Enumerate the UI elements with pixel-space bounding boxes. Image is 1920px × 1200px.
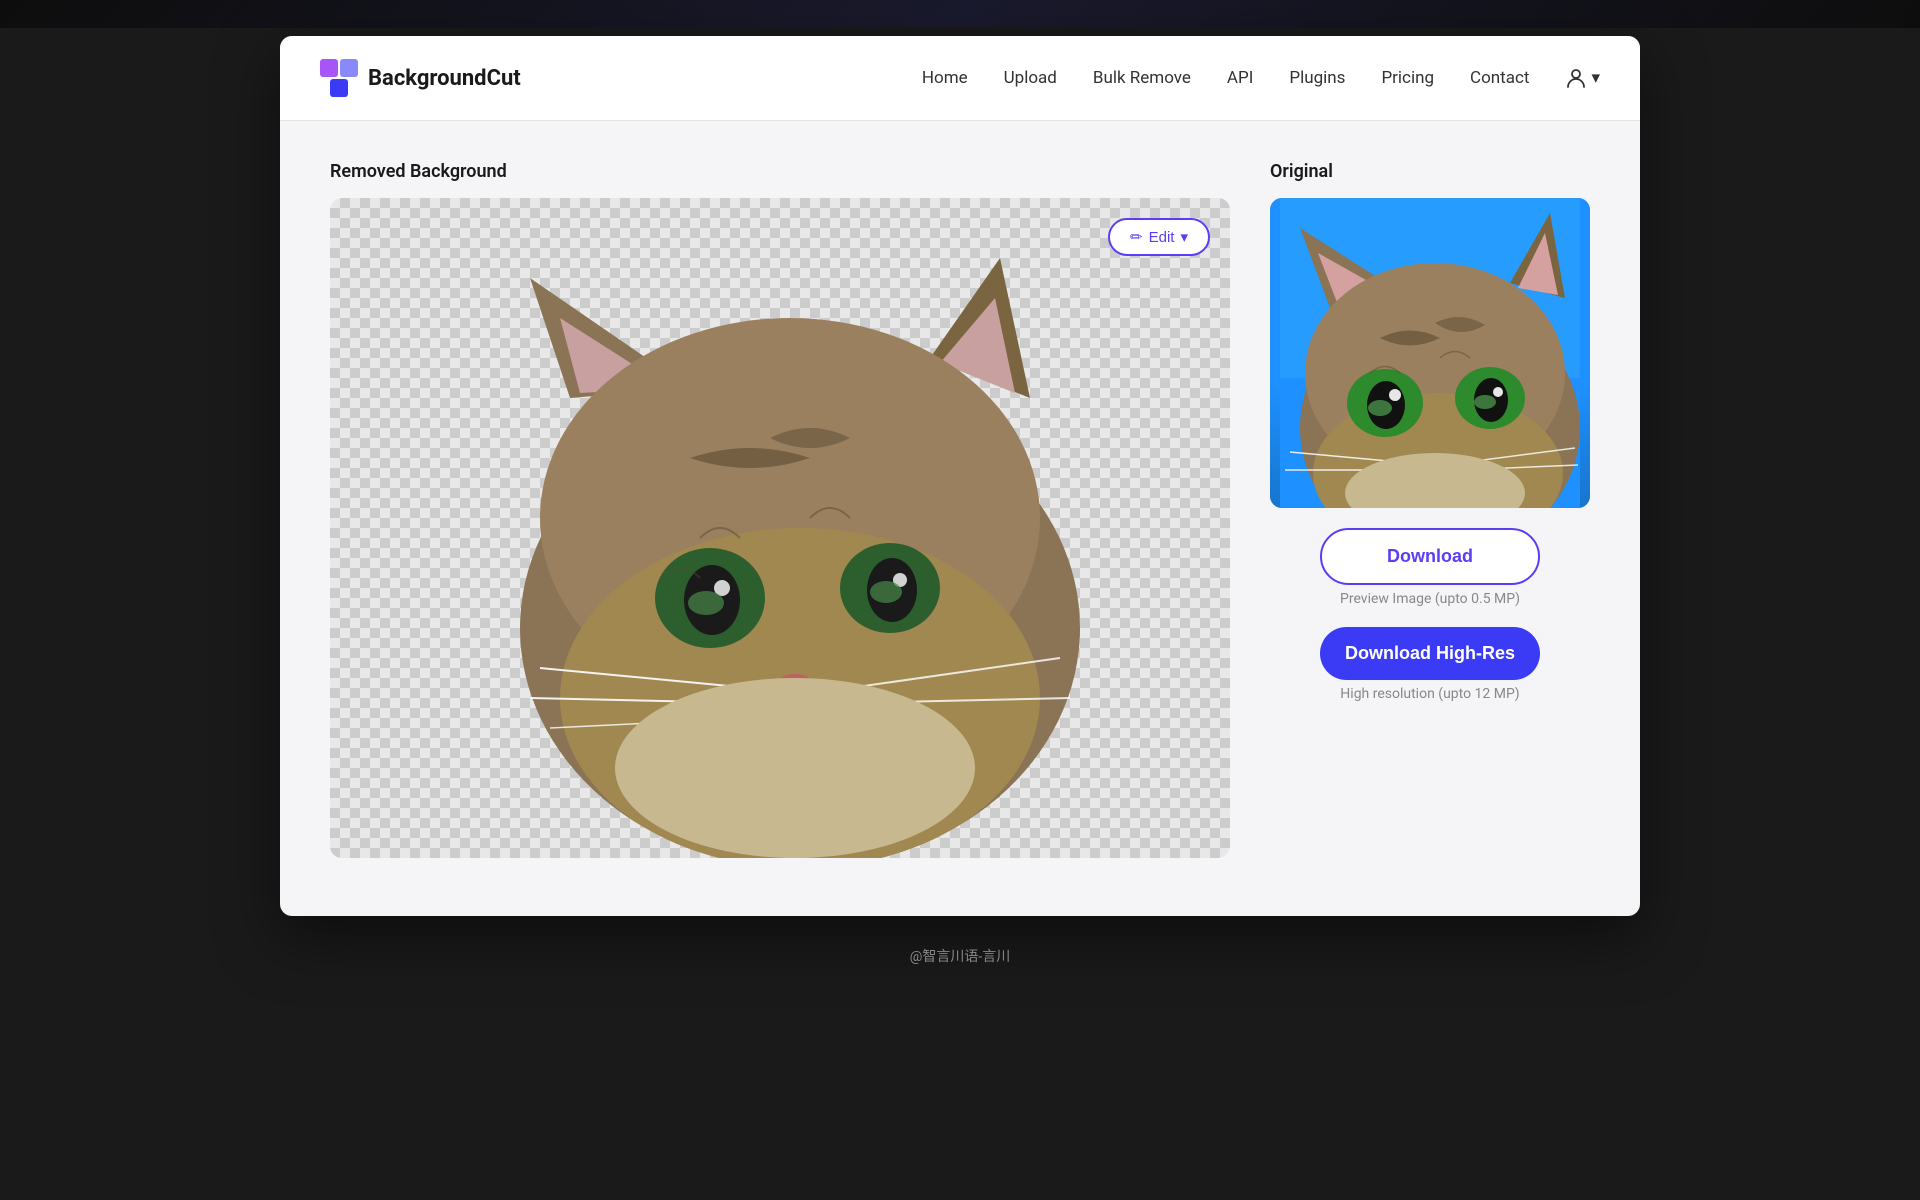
- nav-home[interactable]: Home: [922, 68, 968, 88]
- edit-pencil-icon: ✏: [1130, 228, 1143, 246]
- left-panel: Removed Background: [330, 161, 1230, 858]
- removed-bg-title: Removed Background: [330, 161, 1230, 182]
- original-image-area: [1270, 198, 1590, 508]
- original-title: Original: [1270, 161, 1590, 182]
- edit-button[interactable]: ✏ Edit ▾: [1108, 218, 1210, 256]
- logo[interactable]: BackgroundCut: [320, 59, 521, 97]
- logo-text: BackgroundCut: [368, 66, 521, 91]
- highres-label: High resolution (upto 12 MP): [1340, 686, 1519, 702]
- cat-silhouette-svg: [330, 198, 1230, 858]
- preview-label: Preview Image (upto 0.5 MP): [1340, 591, 1520, 607]
- footer-watermark: @智言川语-言川: [0, 936, 1920, 986]
- top-decorative-bar: [0, 0, 1920, 28]
- download-button[interactable]: Download: [1320, 528, 1540, 585]
- nav-api[interactable]: API: [1227, 68, 1253, 88]
- original-cat-image: [1270, 198, 1590, 508]
- logo-icon: [320, 59, 358, 97]
- cat-removed-image: [330, 198, 1230, 858]
- content-area: Removed Background: [280, 121, 1640, 898]
- download-highres-button[interactable]: Download High-Res: [1320, 627, 1540, 680]
- user-menu[interactable]: ▾: [1565, 67, 1600, 89]
- right-panel: Original: [1270, 161, 1590, 858]
- nav-bulk-remove[interactable]: Bulk Remove: [1093, 68, 1191, 88]
- edit-button-label: Edit: [1149, 229, 1175, 246]
- download-section: Download Preview Image (upto 0.5 MP) Dow…: [1270, 528, 1590, 702]
- nav-contact[interactable]: Contact: [1470, 68, 1529, 88]
- user-dropdown-arrow: ▾: [1591, 68, 1600, 88]
- user-icon: [1565, 67, 1587, 89]
- edit-dropdown-arrow: ▾: [1180, 228, 1188, 246]
- nav-links: Home Upload Bulk Remove API Plugins Pric…: [922, 67, 1600, 89]
- original-cat-svg: [1270, 198, 1590, 508]
- nav-plugins[interactable]: Plugins: [1289, 68, 1345, 88]
- removed-bg-image-area: ✏ Edit ▾: [330, 198, 1230, 858]
- navbar: BackgroundCut Home Upload Bulk Remove AP…: [280, 36, 1640, 121]
- nav-upload[interactable]: Upload: [1004, 68, 1057, 88]
- main-container: BackgroundCut Home Upload Bulk Remove AP…: [280, 36, 1640, 916]
- nav-pricing[interactable]: Pricing: [1381, 68, 1434, 88]
- watermark-text: @智言川语-言川: [910, 949, 1010, 965]
